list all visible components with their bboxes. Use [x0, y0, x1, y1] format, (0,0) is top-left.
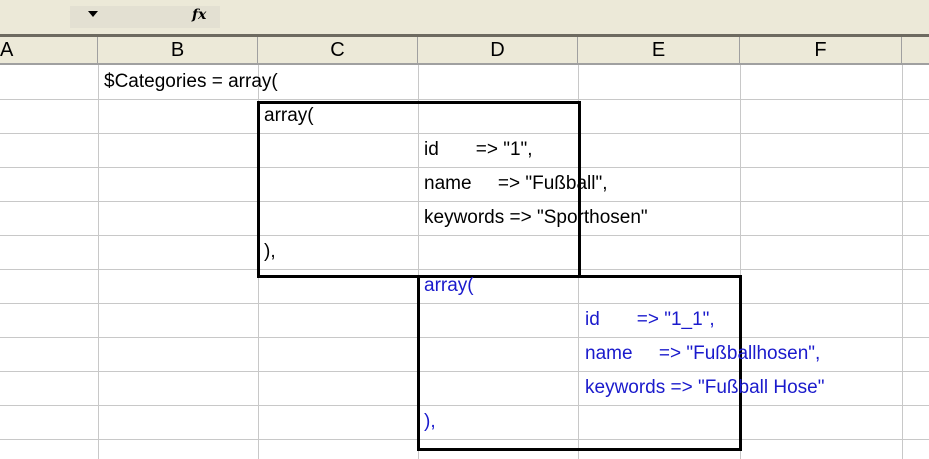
cell-d3[interactable]: id => "1", — [424, 133, 533, 167]
cell-e10[interactable]: keywords => "Fußball Hose" — [585, 371, 824, 405]
column-header-a[interactable]: A — [0, 37, 98, 65]
dropdown-arrow-icon[interactable] — [88, 11, 98, 17]
column-divider — [98, 65, 99, 459]
column-header-d[interactable]: D — [418, 37, 578, 65]
cell-e8[interactable]: id => "1_1", — [585, 303, 715, 337]
cell-b1[interactable]: $Categories = array( — [104, 65, 278, 99]
sheet-grid[interactable]: $Categories = array( array( id => "1", n… — [0, 65, 929, 459]
fx-icon[interactable]: fx — [192, 7, 206, 23]
cell-d5[interactable]: keywords => "Sporthosen" — [424, 201, 648, 235]
cell-e9[interactable]: name => "Fußballhosen", — [585, 337, 820, 371]
column-header-c[interactable]: C — [258, 37, 418, 65]
column-header-f[interactable]: F — [740, 37, 902, 65]
cell-c2[interactable]: array( — [264, 99, 314, 133]
column-divider — [902, 65, 903, 459]
cell-d7[interactable]: array( — [424, 269, 474, 303]
cell-d11[interactable]: ), — [424, 405, 436, 439]
formula-bar: fx — [0, 0, 929, 34]
cell-d4[interactable]: name => "Fußball", — [424, 167, 608, 201]
cell-c6[interactable]: ), — [264, 235, 276, 269]
column-header-b[interactable]: B — [98, 37, 258, 65]
name-box[interactable]: fx — [70, 6, 220, 28]
row-divider — [0, 99, 929, 100]
column-header-e[interactable]: E — [578, 37, 740, 65]
column-header-g-partial[interactable] — [902, 37, 929, 65]
